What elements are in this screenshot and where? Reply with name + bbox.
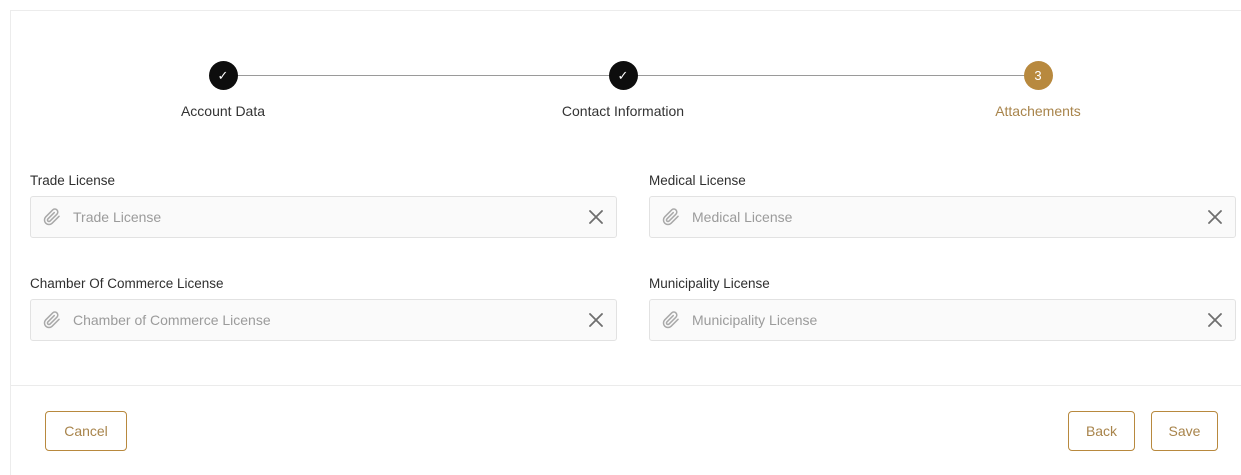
check-icon: ✓ xyxy=(208,61,238,90)
step-number: 3 xyxy=(1023,61,1053,90)
close-icon[interactable] xyxy=(586,310,606,330)
step-account-data[interactable]: ✓ Account Data xyxy=(123,61,323,119)
step-label: Account Data xyxy=(180,103,266,119)
trade-license-field: Trade License Trade License xyxy=(30,172,617,238)
close-icon[interactable] xyxy=(1205,207,1225,227)
municipality-license-field: Municipality License Municipality Licens… xyxy=(649,275,1236,341)
stepper: ✓ Account Data ✓ Contact Information 3 A… xyxy=(11,11,1241,141)
input-placeholder: Chamber of Commerce License xyxy=(73,312,271,328)
cancel-button[interactable]: Cancel xyxy=(45,411,127,451)
field-label: Trade License xyxy=(30,173,116,188)
chamber-license-input[interactable]: Chamber of Commerce License xyxy=(30,299,617,341)
check-icon: ✓ xyxy=(608,61,638,90)
field-label: Medical License xyxy=(649,173,746,188)
input-placeholder: Trade License xyxy=(73,209,162,225)
step-label: Attachements xyxy=(995,103,1081,119)
input-placeholder: Municipality License xyxy=(692,312,818,328)
step-attachements[interactable]: 3 Attachements xyxy=(938,61,1138,119)
paperclip-icon xyxy=(42,206,62,228)
back-button[interactable]: Back xyxy=(1068,411,1135,451)
field-label: Chamber Of Commerce License xyxy=(30,276,224,291)
paperclip-icon xyxy=(661,309,681,331)
municipality-license-input[interactable]: Municipality License xyxy=(649,299,1236,341)
trade-license-input[interactable]: Trade License xyxy=(30,196,617,238)
step-label: Contact Information xyxy=(561,103,685,119)
paperclip-icon xyxy=(42,309,62,331)
registration-card: ✓ Account Data ✓ Contact Information 3 A… xyxy=(10,10,1241,475)
close-icon[interactable] xyxy=(1205,310,1225,330)
paperclip-icon xyxy=(661,206,681,228)
medical-license-input[interactable]: Medical License xyxy=(649,196,1236,238)
input-placeholder: Medical License xyxy=(692,209,793,225)
field-label: Municipality License xyxy=(649,276,770,291)
save-button[interactable]: Save xyxy=(1151,411,1218,451)
medical-license-field: Medical License Medical License xyxy=(649,172,1236,238)
footer-divider xyxy=(11,385,1241,386)
close-icon[interactable] xyxy=(586,207,606,227)
chamber-license-field: Chamber Of Commerce License Chamber of C… xyxy=(30,275,617,341)
step-contact-information[interactable]: ✓ Contact Information xyxy=(523,61,723,119)
